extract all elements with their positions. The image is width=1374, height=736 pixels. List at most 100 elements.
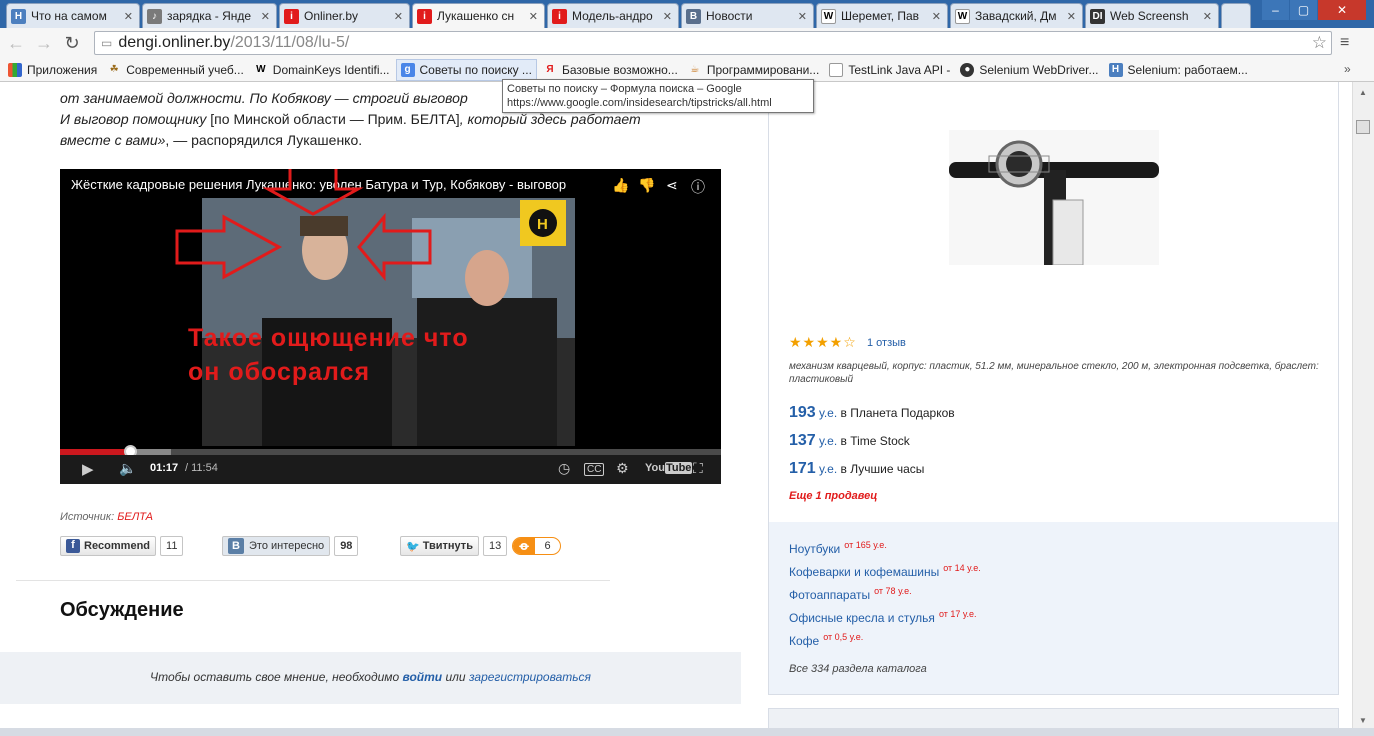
bookmark-5[interactable]: ☕ Программировани... bbox=[684, 59, 824, 81]
speaker-icon: ♪ bbox=[147, 8, 162, 24]
bookmark-7[interactable]: ● Selenium WebDriver... bbox=[956, 59, 1102, 81]
play-icon[interactable]: ▶ bbox=[82, 460, 94, 478]
onliner-favicon-icon: i bbox=[552, 8, 567, 24]
bookmark-1[interactable]: ☘ Современный учеб... bbox=[103, 59, 248, 81]
tab-5[interactable]: B Новости ✕ bbox=[681, 3, 814, 28]
close-tab-icon[interactable]: ✕ bbox=[394, 10, 403, 23]
catalog-item[interactable]: Ноутбуки от 165 у.е. bbox=[789, 540, 887, 556]
github-icon: ● bbox=[960, 62, 975, 77]
article-source: Источник: БЕЛТА bbox=[60, 511, 153, 523]
video-controls: ▶ 🔈 01:17 / 11:54 ◷ CC ⚙ YouTube ⛶ bbox=[60, 455, 721, 484]
new-tab-button[interactable] bbox=[1221, 3, 1251, 28]
offer-unit: у.е. bbox=[819, 462, 838, 476]
tab-3-active[interactable]: i Лукашенко сн ✕ bbox=[412, 3, 545, 28]
tab-2[interactable]: i Onliner.by ✕ bbox=[279, 3, 410, 28]
toolbar: ← → ↻ ▭ dengi.onliner.by /2013/11/08/lu-… bbox=[0, 28, 1374, 58]
fb-count: 11 bbox=[160, 536, 184, 556]
back-button[interactable]: ← bbox=[2, 29, 30, 57]
scroll-up-icon[interactable]: ▲ bbox=[1357, 88, 1369, 100]
address-bar[interactable]: ▭ dengi.onliner.by /2013/11/08/lu-5/ ☆ bbox=[94, 31, 1332, 55]
menu-icon[interactable]: ≡ bbox=[1340, 34, 1356, 52]
fullscreen-icon[interactable]: ⛶ bbox=[693, 460, 703, 477]
watch-later-icon[interactable]: ◷ bbox=[558, 460, 570, 477]
catalog-item-name: Офисные кресла и стулья bbox=[789, 611, 935, 625]
minimize-icon: – bbox=[1272, 3, 1279, 17]
bookmark-2[interactable]: W DomainKeys Identifi... bbox=[250, 59, 394, 81]
close-tab-icon[interactable]: ✕ bbox=[798, 10, 807, 23]
close-tab-icon[interactable]: ✕ bbox=[663, 10, 672, 23]
odnoklassniki-share[interactable]: ꝋ 6 bbox=[512, 536, 561, 556]
offer-row[interactable]: 193 у.е. в Планета Подарков bbox=[789, 404, 955, 422]
tab-7[interactable]: W Завадский, Дм ✕ bbox=[950, 3, 1083, 28]
facebook-recommend-button[interactable]: f Recommend bbox=[60, 536, 157, 556]
bookmark-3-hovered[interactable]: g Советы по поиску ... bbox=[395, 58, 537, 81]
maximize-button[interactable]: ▢ bbox=[1290, 0, 1317, 20]
close-tab-icon[interactable]: ✕ bbox=[932, 10, 941, 23]
close-tab-icon[interactable]: ✕ bbox=[529, 10, 538, 23]
register-link[interactable]: зарегистрироваться bbox=[469, 670, 591, 684]
catalog-item[interactable]: Кофе от 0,5 у.е. bbox=[789, 632, 863, 648]
close-window-button[interactable]: ✕ bbox=[1318, 0, 1366, 20]
tab-4[interactable]: i Модель-андро ✕ bbox=[547, 3, 679, 28]
arrow-right-icon: → bbox=[35, 32, 53, 53]
gear-icon[interactable]: ⚙ bbox=[616, 460, 629, 477]
reload-button[interactable]: ↻ bbox=[58, 29, 86, 57]
apps-grid-icon bbox=[8, 62, 22, 77]
ok-button[interactable]: ꝋ 6 bbox=[512, 537, 561, 555]
forward-button[interactable]: → bbox=[30, 29, 58, 57]
catalog-item[interactable]: Кофеварки и кофемашины от 14 у.е. bbox=[789, 563, 981, 579]
bookmark-label: Selenium: работаем... bbox=[1127, 62, 1248, 77]
all-catalog-link[interactable]: Все 334 раздела каталога bbox=[789, 663, 927, 675]
tab-0[interactable]: H Что на самом ✕ bbox=[6, 3, 140, 28]
close-tab-icon[interactable]: ✕ bbox=[1203, 10, 1212, 23]
rating-stars: ★★★★☆ bbox=[789, 334, 857, 350]
catalog-item[interactable]: Фотоаппараты от 78 у.е. bbox=[789, 586, 912, 602]
bookmark-apps[interactable]: Приложения bbox=[4, 59, 101, 81]
facebook-icon: f bbox=[66, 539, 80, 553]
scroll-down-icon[interactable]: ▼ bbox=[1357, 716, 1369, 728]
offer-price: 137 bbox=[789, 432, 816, 449]
chevron-right-icon[interactable]: » bbox=[1344, 62, 1351, 76]
scrollbar-thumb[interactable] bbox=[1356, 120, 1370, 134]
url-path: /2013/11/08/lu-5/ bbox=[230, 34, 350, 51]
reviews-link[interactable]: 1 отзыв bbox=[867, 337, 906, 349]
bookmark-8[interactable]: H Selenium: работаем... bbox=[1105, 59, 1252, 81]
vk-like-button[interactable]: B Это интересно bbox=[222, 536, 331, 556]
overlay-caption: Такое ощющение что он обосрался bbox=[188, 324, 469, 386]
login-link[interactable]: войти bbox=[403, 670, 443, 684]
offer-row[interactable]: 171 у.е. в Лучшие часы bbox=[789, 460, 924, 478]
bookmark-4[interactable]: Я Базовые возможно... bbox=[539, 59, 682, 81]
catalog-item[interactable]: Офисные кресла и стулья от 17 у.е. bbox=[789, 609, 976, 625]
bookmark-label: DomainKeys Identifi... bbox=[272, 62, 390, 77]
bookmark-star-icon[interactable]: ☆ bbox=[1312, 33, 1327, 53]
tab-8[interactable]: DI Web Screensh ✕ bbox=[1085, 3, 1219, 28]
source-link[interactable]: БЕЛТА bbox=[117, 511, 153, 523]
captions-icon[interactable]: CC bbox=[584, 463, 605, 476]
catalog-item-name: Ноутбуки bbox=[789, 542, 841, 556]
login-or: или bbox=[445, 670, 466, 684]
bookmark-6[interactable]: TestLink Java API - bbox=[825, 59, 954, 81]
offer-row[interactable]: 137 у.е. в Time Stock bbox=[789, 432, 910, 450]
close-tab-icon[interactable]: ✕ bbox=[1067, 10, 1076, 23]
product-image[interactable] bbox=[949, 130, 1159, 266]
tweet-button[interactable]: 🐦 Твитнуть bbox=[400, 536, 479, 556]
tab-1[interactable]: ♪ зарядка - Янде ✕ bbox=[142, 3, 277, 28]
minimize-button[interactable]: – bbox=[1262, 0, 1289, 20]
offer-shop: в Time Stock bbox=[840, 434, 910, 448]
more-sellers-link[interactable]: Еще 1 продавец bbox=[789, 490, 877, 502]
youtube-logo-icon[interactable]: YouTube bbox=[645, 462, 693, 474]
tab-label: зарядка - Янде bbox=[167, 9, 252, 23]
product-sidebar: ★★★★☆ 1 отзыв механизм кварцевый, корпус… bbox=[768, 82, 1339, 695]
catalog-item-price: от 165 у.е. bbox=[844, 540, 887, 550]
catalog-box: Ноутбуки от 165 у.е. Кофеварки и кофемаши… bbox=[769, 522, 1338, 694]
youtube-player[interactable]: H Жёсткие кадровые решения Лукашенко: ув… bbox=[60, 169, 721, 484]
page-scrollbar[interactable]: ▲ ▼ bbox=[1352, 82, 1374, 736]
volume-icon[interactable]: 🔈 bbox=[119, 460, 136, 477]
browser-tab-strip: H Что на самом ✕ ♪ зарядка - Янде ✕ i On… bbox=[0, 0, 1374, 28]
vk-count: 98 bbox=[334, 536, 359, 556]
tab-6[interactable]: W Шеремет, Пав ✕ bbox=[816, 3, 948, 28]
close-tab-icon[interactable]: ✕ bbox=[124, 10, 133, 23]
close-tab-icon[interactable]: ✕ bbox=[261, 10, 270, 23]
taskbar-edge bbox=[0, 728, 1374, 736]
offer-price: 171 bbox=[789, 460, 816, 477]
